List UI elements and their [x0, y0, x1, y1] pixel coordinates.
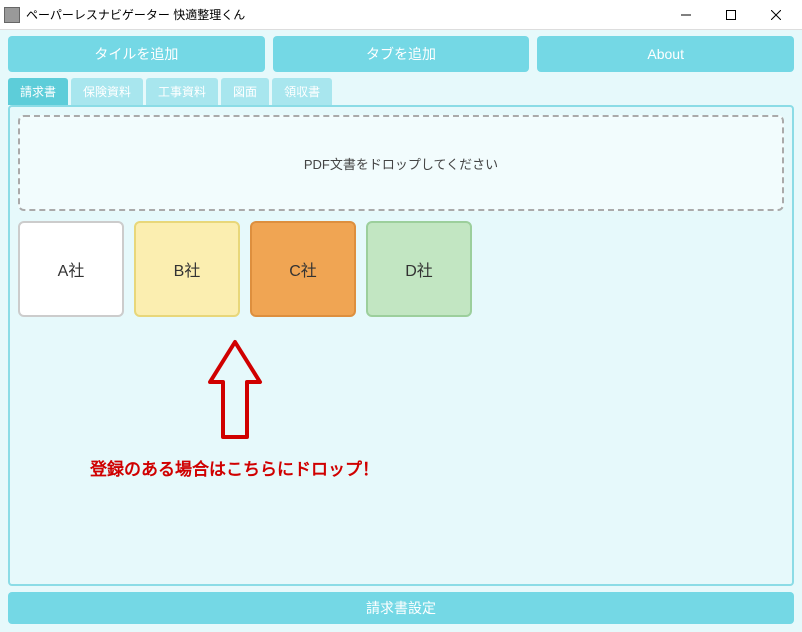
dropzone-hint: PDF文書をドロップしてください [304, 154, 498, 173]
invoice-settings-button[interactable]: 請求書設定 [8, 592, 794, 624]
annotation-text: 登録のある場合はこちらにドロップ！ [90, 455, 379, 480]
arrow-up-icon [200, 337, 270, 447]
window-title: ペーパーレスナビゲーター 快適整理くん [26, 6, 663, 23]
tile-company-c[interactable]: C社 [250, 221, 356, 317]
minimize-button[interactable] [663, 1, 708, 29]
window-controls [663, 1, 798, 29]
app-body: タイルを追加 タブを追加 About 請求書 保険資料 工事資料 図面 領収書 … [0, 30, 802, 632]
tab-drawings[interactable]: 図面 [221, 78, 269, 105]
tab-receipts[interactable]: 領収書 [272, 78, 332, 105]
about-button[interactable]: About [537, 36, 794, 72]
tile-label: C社 [289, 257, 317, 281]
content-panel: PDF文書をドロップしてください A社 B社 C社 D社 登録のある場合はこちら… [8, 105, 794, 586]
tile-label: D社 [405, 257, 433, 281]
maximize-button[interactable] [708, 1, 753, 29]
close-button[interactable] [753, 1, 798, 29]
add-tab-button[interactable]: タブを追加 [273, 36, 530, 72]
tab-insurance[interactable]: 保険資料 [71, 78, 143, 105]
app-icon [4, 7, 20, 23]
tile-company-a[interactable]: A社 [18, 221, 124, 317]
tab-invoice[interactable]: 請求書 [8, 78, 68, 105]
tile-label: A社 [58, 257, 85, 281]
titlebar: ペーパーレスナビゲーター 快適整理くん [0, 0, 802, 30]
tab-bar: 請求書 保険資料 工事資料 図面 領収書 [8, 78, 794, 105]
tile-company-d[interactable]: D社 [366, 221, 472, 317]
tile-label: B社 [174, 257, 201, 281]
tile-company-b[interactable]: B社 [134, 221, 240, 317]
pdf-dropzone[interactable]: PDF文書をドロップしてください [18, 115, 784, 211]
annotation-overlay: 登録のある場合はこちらにドロップ！ [90, 337, 379, 480]
top-button-row: タイルを追加 タブを追加 About [8, 36, 794, 72]
tile-row: A社 B社 C社 D社 [18, 221, 784, 317]
tab-construction[interactable]: 工事資料 [146, 78, 218, 105]
add-tile-button[interactable]: タイルを追加 [8, 36, 265, 72]
